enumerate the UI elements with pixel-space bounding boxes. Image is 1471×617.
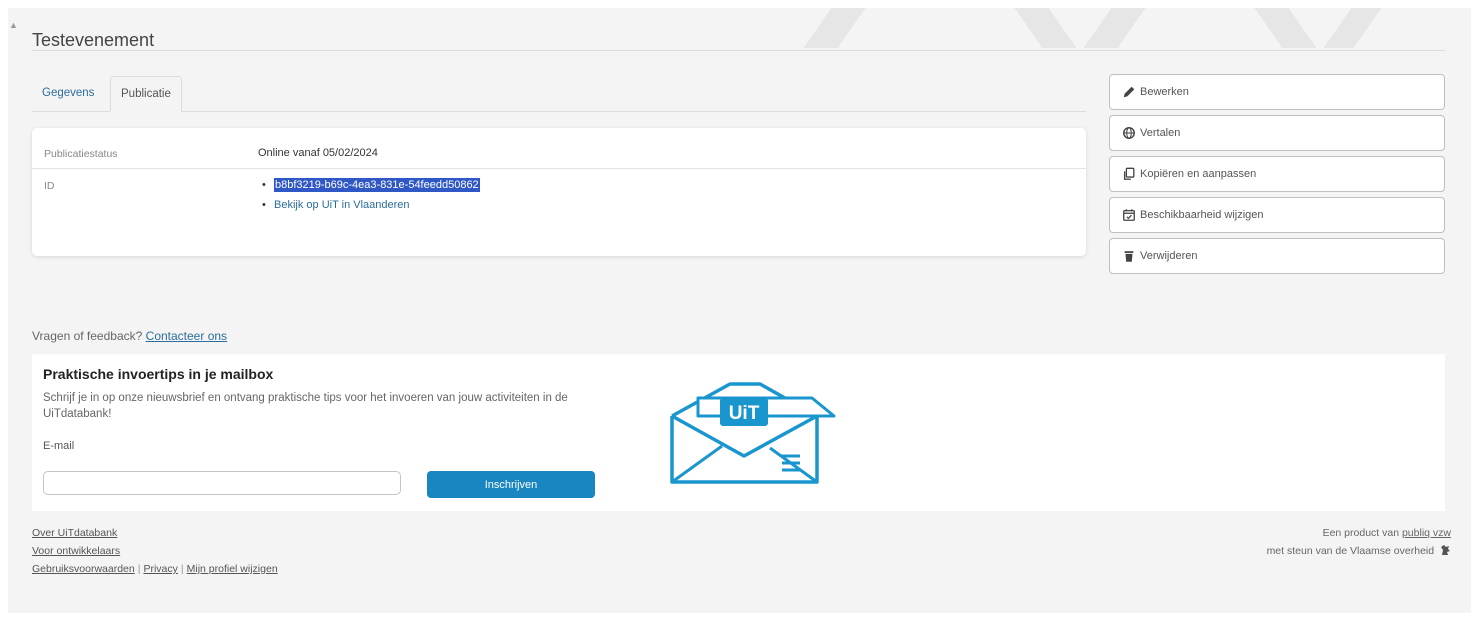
trash-icon xyxy=(1124,251,1134,262)
subscribe-button[interactable]: Inschrijven xyxy=(427,471,595,498)
tab-publicatie[interactable]: Publicatie xyxy=(110,76,182,112)
copy-and-edit-button-label: Kopiëren en aanpassen xyxy=(1140,168,1257,180)
id-list: b8bf3219-b69c-4ea3-831e-54feedd50862 Bek… xyxy=(260,175,480,215)
publication-card: Publicatiestatus Online vanaf 05/02/2024… xyxy=(32,128,1086,256)
delete-button-label: Verwijderen xyxy=(1140,250,1198,262)
status-label: Publicatiestatus xyxy=(44,148,118,160)
event-id-value[interactable]: b8bf3219-b69c-4ea3-831e-54feedd50862 xyxy=(274,178,480,192)
newsletter-description: Schrijf je in op onze nieuwsbrief en ont… xyxy=(43,392,568,420)
change-availability-button-label: Beschikbaarheid wijzigen xyxy=(1140,209,1264,221)
support-text: met steun van de Vlaamse overheid xyxy=(1266,545,1435,557)
edit-profile-link[interactable]: Mijn profiel wijzigen xyxy=(187,563,278,575)
footer-separator: | xyxy=(137,563,141,575)
id-label: ID xyxy=(44,180,55,192)
page-title: Testevenement xyxy=(32,30,155,51)
about-link[interactable]: Over UiTdatabank xyxy=(32,527,117,539)
feedback-text: Vragen of feedback? xyxy=(32,329,143,343)
delete-button[interactable]: Verwijderen xyxy=(1109,238,1445,274)
feedback-line: Vragen of feedback? Contacteer ons xyxy=(32,329,227,343)
privacy-link[interactable]: Privacy xyxy=(143,563,177,575)
status-value: Online vanaf 05/02/2024 xyxy=(258,147,378,159)
globe-icon xyxy=(1123,127,1135,139)
edit-button[interactable]: Bewerken xyxy=(1109,74,1445,110)
action-buttons: Bewerken Vertalen Kopiëren en aanpassen xyxy=(1109,74,1445,279)
calendar-check-icon xyxy=(1123,209,1135,221)
envelope-illustration-icon: UiT xyxy=(670,382,836,484)
email-label: E-mail xyxy=(43,440,75,452)
email-field[interactable] xyxy=(43,471,401,495)
decorative-stripe xyxy=(1233,8,1317,48)
list-item: b8bf3219-b69c-4ea3-831e-54feedd50862 xyxy=(260,175,480,195)
copy-and-edit-button[interactable]: Kopiëren en aanpassen xyxy=(1109,156,1445,192)
list-item: Bekijk op UiT in Vlaanderen xyxy=(260,195,480,215)
translate-button[interactable]: Vertalen xyxy=(1109,115,1445,151)
product-text: Een product van xyxy=(1322,527,1400,539)
newsletter-title: Praktische invoertips in je mailbox xyxy=(43,366,274,382)
footer-credits: Een product van publiq vzw met steun van… xyxy=(1267,524,1451,560)
contact-link[interactable]: Contacteer ons xyxy=(146,329,227,343)
decorative-stripe xyxy=(803,8,887,48)
title-divider xyxy=(32,50,1445,51)
uit-logo-text: UiT xyxy=(729,403,760,424)
translate-button-label: Vertalen xyxy=(1140,127,1181,139)
decorative-stripe xyxy=(1083,8,1167,48)
app-window: ▲ Testevenement Gegevens Publicatie Publ… xyxy=(8,8,1471,613)
developers-link[interactable]: Voor ontwikkelaars xyxy=(32,545,120,557)
terms-link[interactable]: Gebruiksvoorwaarden xyxy=(32,563,135,575)
edit-button-label: Bewerken xyxy=(1140,86,1189,98)
decorative-stripe xyxy=(993,8,1077,48)
pencil-icon xyxy=(1123,86,1135,98)
flemish-lion-icon xyxy=(1441,545,1450,555)
tab-bar: Gegevens Publicatie xyxy=(32,76,1086,112)
tab-gegevens[interactable]: Gegevens xyxy=(32,76,104,110)
collapse-caret-icon[interactable]: ▲ xyxy=(9,20,18,30)
row-divider xyxy=(32,168,1086,169)
newsletter-panel: Praktische invoertips in je mailbox Schr… xyxy=(32,354,1445,511)
decorative-stripe xyxy=(1323,8,1403,48)
footer-separator: | xyxy=(180,563,184,575)
view-on-uit-link[interactable]: Bekijk op UiT in Vlaanderen xyxy=(274,199,410,211)
footer-links: Over UiTdatabank Voor ontwikkelaars Gebr… xyxy=(32,524,278,578)
copy-icon xyxy=(1123,167,1135,180)
publiq-link[interactable]: publiq vzw xyxy=(1402,527,1451,539)
change-availability-button[interactable]: Beschikbaarheid wijzigen xyxy=(1109,197,1445,233)
